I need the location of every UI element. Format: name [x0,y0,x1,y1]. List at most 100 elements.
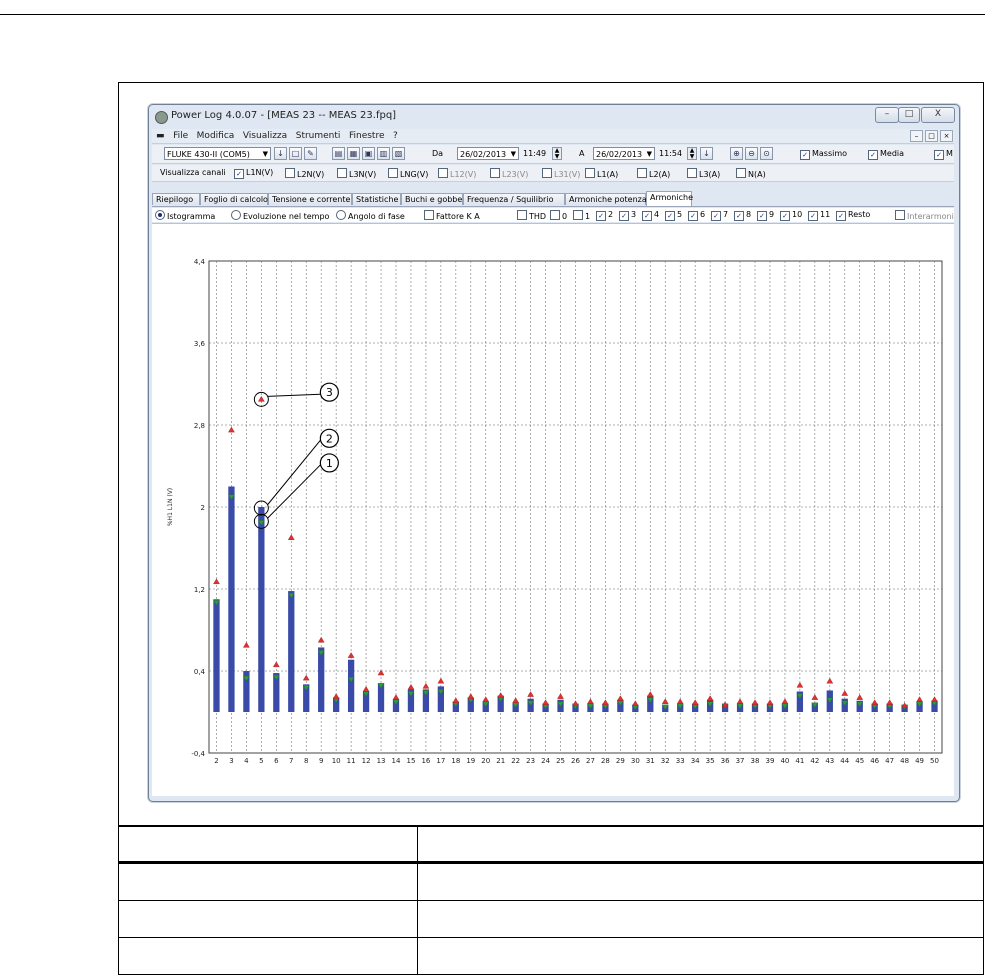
channel-label: L23(V) [502,170,529,179]
x-tick-label: 29 [616,757,625,765]
save-icon[interactable]: ▦ [347,147,360,160]
zoom-in-icon[interactable]: ⊕ [730,147,743,160]
x-tick-label: 44 [840,757,849,765]
chevron-down-icon: ▼ [646,150,652,158]
new-file-icon[interactable]: ▤ [332,147,345,160]
callout-number: 1 [326,457,333,470]
to-date-select[interactable]: 26/02/2013 ▼ [593,147,655,160]
radio-istogramma[interactable]: Istogramma [155,210,215,222]
maximize-button[interactable]: □ [898,107,920,123]
window-icon[interactable]: □ [289,147,302,160]
x-tick-label: 32 [661,757,670,765]
checkbox-icon: ✓ [800,150,810,160]
radio-label: Evoluzione nel tempo [243,212,330,221]
harmonic-9[interactable]: ✓ 9 [757,210,774,221]
channel-label: L3N(V) [349,170,377,179]
tab-buchi-e-gobbe[interactable]: Buchi e gobbe [401,193,463,205]
print-icon[interactable]: ▣ [362,147,375,160]
from-time-spinner[interactable]: ▲ ▼ [552,147,562,160]
interharmonics-checkbox[interactable]: Interarmoni [895,210,954,222]
harmonic-label: 2 [608,210,614,219]
tab-statistiche[interactable]: Statistiche [352,193,401,205]
channel-l31[interactable]: L31(V) [542,168,580,180]
x-tick-label: 31 [646,757,655,765]
x-tick-label: 40 [780,757,789,765]
channel-l3a[interactable]: L3(A) [687,168,720,180]
channel-label: N(A) [748,170,766,179]
from-date-select[interactable]: 26/02/2013 ▼ [457,147,519,160]
apply-range-icon[interactable]: ↓ [700,147,713,160]
harmonic-10[interactable]: ✓ 10 [780,210,802,221]
channel-na[interactable]: N(A) [736,168,766,180]
channel-lng[interactable]: LNG(V) [388,168,428,180]
tab-riepilogo[interactable]: Riepilogo [152,193,200,205]
harmonic-5[interactable]: ✓ 5 [665,210,682,221]
tab-foglio-di-calcolo[interactable]: Foglio di calcolo [200,193,268,205]
harmonic-8[interactable]: ✓ 8 [734,210,751,221]
menu-file[interactable]: File [173,129,188,143]
harmonic-11[interactable]: ✓ 11 [808,210,830,221]
to-time-field[interactable]: 11:54 [657,147,689,160]
zoom-reset-icon[interactable]: ⊙ [760,147,773,160]
x-tick-label: 35 [706,757,715,765]
menu-modifica[interactable]: Modifica [197,129,235,143]
checkbox-icon [388,168,398,178]
max-checkbox[interactable]: ✓ Massimo [800,148,847,160]
channel-l12[interactable]: L12(V) [438,168,476,180]
menu-help[interactable]: ? [393,129,398,143]
radio-angolo-di-fase[interactable]: Angolo di fase [336,210,405,222]
minimize-button[interactable]: – [875,107,899,123]
checkbox-icon [337,168,347,178]
harmonic-3[interactable]: ✓ 3 [619,210,636,221]
menu-finestre[interactable]: Finestre [349,129,385,143]
channel-l3n[interactable]: L3N(V) [337,168,376,180]
report-icon[interactable]: ▧ [392,147,405,160]
tab-tensione-e-corrente[interactable]: Tensione e corrente [268,193,352,205]
harmonic-4[interactable]: ✓ 4 [642,210,659,221]
table-row [118,900,984,938]
channel-l1n[interactable]: ✓ L1N(V) [234,168,273,179]
harmonic-1[interactable]: 1 [573,210,590,222]
channel-l2a[interactable]: L2(A) [637,168,670,180]
channel-l23[interactable]: L23(V) [490,168,528,180]
mdi-close-button[interactable]: × [940,130,953,142]
menu-strumenti[interactable]: Strumenti [296,129,341,143]
tools-icon[interactable]: ✎ [304,147,317,160]
min-checkbox[interactable]: ✓ M [934,148,953,160]
download-icon[interactable]: ↓ [274,147,287,160]
export-icon[interactable]: ▥ [377,147,390,160]
tab-frequenza-squilibrio[interactable]: Frequenza / Squilibrio [463,193,565,205]
channel-l2n[interactable]: L2N(V) [285,168,324,180]
harmonic-2[interactable]: ✓ 2 [596,210,613,221]
harmonic-0[interactable]: 0 [550,210,567,222]
harmonic-thd[interactable]: THD [517,210,546,222]
to-time-spinner[interactable]: ▲ ▼ [687,147,697,160]
zoom-out-icon[interactable]: ⊖ [745,147,758,160]
device-select[interactable]: FLUKE 430-II (COM5) ▼ [164,147,271,160]
table-cell [417,862,984,901]
bar [228,486,235,712]
x-tick-label: 17 [436,757,445,765]
document-icon[interactable]: ▬ [156,129,165,143]
radio-evoluzione[interactable]: Evoluzione nel tempo [231,210,329,222]
x-tick-label: 45 [855,757,864,765]
checkbox-icon: ✓ [234,169,244,179]
mdi-minimize-button[interactable]: – [910,130,923,142]
x-tick-label: 8 [304,757,308,765]
avg-checkbox[interactable]: ✓ Media [868,148,904,160]
channel-l1a[interactable]: L1(A) [585,168,618,180]
menu-visualizza[interactable]: Visualizza [243,129,287,143]
mdi-restore-button[interactable]: □ [925,130,938,142]
radio-icon [231,210,241,220]
tab-armoniche[interactable]: Armoniche [646,191,693,206]
table-row [118,937,984,975]
harmonic-7[interactable]: ✓ 7 [711,210,728,221]
x-tick-label: 28 [601,757,610,765]
harmonic-6[interactable]: ✓ 6 [688,210,705,221]
to-label: A [579,149,585,158]
tab-armoniche-potenza[interactable]: Armoniche potenza [565,193,647,205]
from-time-field[interactable]: 11:49 [521,147,553,160]
factor-k-checkbox[interactable]: Fattore K A [424,210,480,222]
harmonic-resto[interactable]: ✓ Resto [836,210,870,221]
close-button[interactable]: X [921,107,955,123]
